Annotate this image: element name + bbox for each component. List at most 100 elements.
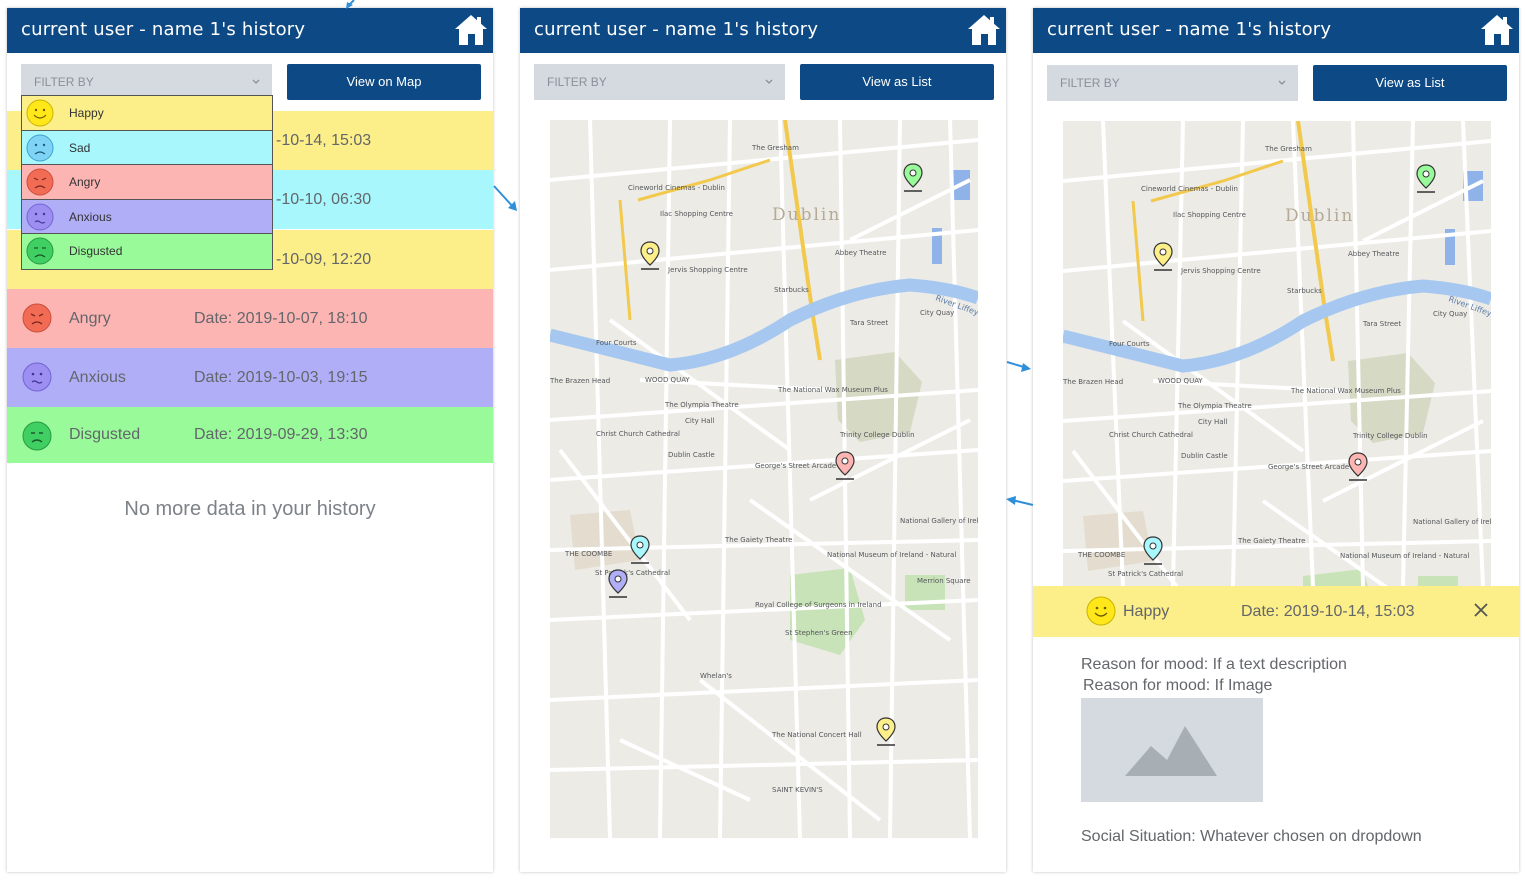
map-screen: current user - name 1's history FILTER B… (520, 8, 1006, 872)
location-pin-icon[interactable] (629, 534, 651, 566)
svg-text:Jervis Shopping Centre: Jervis Shopping Centre (1180, 267, 1261, 275)
filter-option-happy[interactable]: Happy (22, 96, 272, 131)
location-pin-icon[interactable] (607, 568, 629, 600)
image-placeholder-icon (1125, 726, 1217, 776)
svg-text:George's Street Arcade: George's Street Arcade (1268, 463, 1349, 471)
row-date: -10-09, 12:20 (276, 251, 372, 268)
svg-text:THE COOMBE: THE COOMBE (564, 550, 612, 558)
filter-dropdown[interactable]: FILTER BY (534, 64, 785, 100)
row-date: -10-10, 06:30 (276, 191, 372, 208)
home-icon[interactable] (453, 12, 489, 48)
title-bar: current user - name 1's history (7, 8, 493, 53)
location-pin-icon[interactable] (834, 450, 856, 482)
location-pin-icon[interactable] (639, 240, 661, 272)
filter-option-angry[interactable]: Angry (22, 165, 272, 200)
svg-text:Dublin Castle: Dublin Castle (668, 451, 715, 459)
location-pin-icon[interactable] (875, 716, 897, 748)
flow-arrow-icon (1006, 361, 1031, 372)
history-row-disgusted[interactable]: Disgusted Date: 2019-09-29, 13:30 (7, 407, 493, 463)
filter-label: FILTER BY (547, 75, 607, 89)
entry-date: Date: 2019-10-14, 15:03 (1241, 603, 1415, 620)
disgusted-face-icon (26, 237, 54, 265)
svg-text:George's Street Arcade: George's Street Arcade (755, 462, 836, 470)
home-icon[interactable] (1479, 12, 1515, 48)
svg-text:City Quay: City Quay (1433, 310, 1467, 318)
anxious-face-icon (26, 203, 54, 231)
filter-option-sad[interactable]: Sad (22, 130, 272, 166)
entry-detail-header: Happy Date: 2019-10-14, 15:03 (1033, 586, 1519, 637)
svg-text:Cineworld Cinemas - Dublin: Cineworld Cinemas - Dublin (628, 184, 725, 192)
svg-text:Tara Street: Tara Street (1362, 320, 1401, 328)
mood-filter-menu: Happy Sad Angry Anxious Disgusted (21, 95, 273, 270)
page-title: current user - name 1's history (21, 19, 306, 40)
history-row-anxious[interactable]: Anxious Date: 2019-10-03, 19:15 (7, 348, 493, 407)
history-row-angry[interactable]: Angry Date: 2019-10-07, 18:10 (7, 289, 493, 348)
flow-arrow-icon (1006, 496, 1034, 506)
svg-text:Christ Church Cathedral: Christ Church Cathedral (596, 430, 680, 438)
svg-text:Four Courts: Four Courts (596, 339, 637, 347)
filter-option-label: Disgusted (69, 244, 123, 259)
svg-text:Christ Church Cathedral: Christ Church Cathedral (1109, 431, 1193, 439)
svg-text:The Olympia Theatre: The Olympia Theatre (1177, 402, 1252, 410)
location-pin-icon[interactable] (1142, 535, 1164, 567)
chevron-down-icon (1278, 80, 1286, 85)
location-pin-icon[interactable] (1152, 241, 1174, 273)
filter-option-label: Sad (69, 140, 91, 155)
filter-option-anxious[interactable]: Anxious (22, 199, 272, 235)
chevron-down-icon (252, 79, 260, 84)
svg-text:National Gallery of Ireland: National Gallery of Ireland (1413, 518, 1491, 526)
angry-face-icon (26, 168, 54, 196)
svg-text:The National Concert Hall: The National Concert Hall (771, 731, 862, 739)
filter-label: FILTER BY (34, 75, 94, 89)
title-bar: current user - name 1's history (1033, 8, 1519, 53)
svg-text:St Patrick's Cathedral: St Patrick's Cathedral (1108, 570, 1183, 578)
svg-text:Abbey Theatre: Abbey Theatre (835, 249, 886, 257)
home-icon[interactable] (966, 12, 1002, 48)
svg-text:Whelan's: Whelan's (700, 672, 732, 680)
map-view[interactable]: Dublin River Liffey The Gresham Cineworld C… (1063, 121, 1491, 587)
map-view[interactable]: Dublin River Liffey The Gresham Cineworld C… (550, 120, 978, 838)
svg-text:The National Wax Museum Plus: The National Wax Museum Plus (777, 386, 888, 394)
entry-detail-card: Happy Date: 2019-10-14, 15:03 Reason for… (1033, 586, 1519, 872)
location-pin-icon[interactable] (1415, 163, 1437, 195)
filter-option-label: Happy (69, 106, 104, 120)
reason-text: Reason for mood: If a text description (1081, 656, 1347, 673)
location-pin-icon[interactable] (1347, 451, 1369, 483)
svg-text:The Gresham: The Gresham (751, 144, 799, 152)
row-date: Date: 2019-10-03, 19:15 (194, 369, 368, 386)
svg-text:WOOD QUAY: WOOD QUAY (1158, 377, 1203, 385)
close-icon[interactable] (1473, 602, 1489, 618)
filter-label: FILTER BY (1060, 76, 1120, 90)
svg-text:The Gresham: The Gresham (1264, 145, 1312, 153)
reason-image-placeholder (1081, 698, 1263, 802)
row-mood: Angry (69, 310, 111, 327)
anxious-face-icon (22, 362, 52, 392)
svg-text:City Quay: City Quay (920, 309, 954, 317)
page-title: current user - name 1's history (534, 19, 819, 40)
svg-text:National Museum of Ireland - N: National Museum of Ireland - Natural (1340, 552, 1469, 560)
reason-image-label: Reason for mood: If Image (1083, 677, 1273, 694)
social-situation: Social Situation: Whatever chosen on dro… (1081, 828, 1422, 845)
svg-text:THE COOMBE: THE COOMBE (1077, 551, 1125, 559)
location-pin-icon[interactable] (902, 162, 924, 194)
svg-text:Starbucks: Starbucks (1287, 287, 1322, 295)
filter-dropdown[interactable]: FILTER BY (1047, 65, 1298, 101)
title-bar: current user - name 1's history (520, 8, 1006, 53)
svg-text:Ilac Shopping Centre: Ilac Shopping Centre (660, 210, 733, 218)
svg-text:Cineworld Cinemas - Dublin: Cineworld Cinemas - Dublin (1141, 185, 1238, 193)
view-on-map-button[interactable]: View on Map (287, 64, 481, 100)
happy-face-icon (1086, 596, 1116, 626)
map-detail-screen: current user - name 1's history FILTER B… (1033, 8, 1519, 872)
filter-option-disgusted[interactable]: Disgusted (22, 234, 272, 269)
list-screen: current user - name 1's history FILTER B… (7, 8, 493, 872)
row-date: -10-14, 15:03 (276, 132, 372, 149)
view-as-list-button[interactable]: View as List (1313, 65, 1507, 101)
city-map-graphic: DublinRiver LiffeyThe GreshamCineworld C… (550, 120, 978, 838)
row-date: Date: 2019-09-29, 13:30 (194, 426, 368, 443)
svg-text:City Hall: City Hall (1198, 418, 1227, 426)
happy-face-icon (26, 99, 54, 127)
svg-text:Merrion Square: Merrion Square (917, 577, 971, 585)
view-as-list-button[interactable]: View as List (800, 64, 994, 100)
svg-text:The National Wax Museum Plus: The National Wax Museum Plus (1290, 387, 1401, 395)
svg-text:SAINT KEVIN'S: SAINT KEVIN'S (772, 786, 823, 794)
